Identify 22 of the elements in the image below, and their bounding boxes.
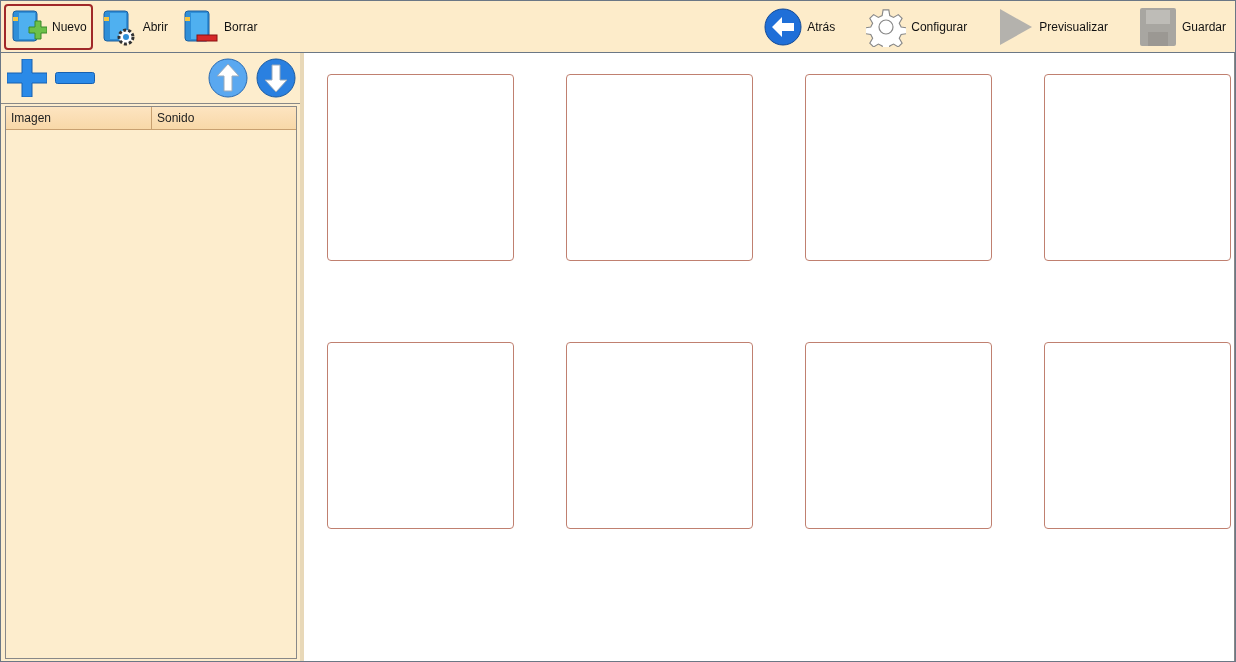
- toolbar-button[interactable]: Atrás: [759, 3, 842, 50]
- move-down-button[interactable]: [256, 58, 296, 98]
- move-up-button[interactable]: [208, 58, 248, 98]
- empty-card[interactable]: [566, 342, 753, 529]
- empty-card[interactable]: [805, 342, 992, 529]
- column-header[interactable]: Imagen: [6, 107, 152, 129]
- minus-icon: [55, 72, 95, 84]
- add-button[interactable]: [7, 59, 47, 97]
- toolbar-button[interactable]: Nuevo: [4, 3, 93, 50]
- empty-card[interactable]: [566, 74, 753, 261]
- empty-card[interactable]: [1044, 74, 1231, 261]
- empty-card[interactable]: [327, 342, 514, 529]
- remove-button[interactable]: [55, 72, 95, 84]
- column-header[interactable]: Sonido: [152, 107, 296, 129]
- empty-card[interactable]: [805, 74, 992, 261]
- toolbar-button[interactable]: Abrir: [94, 3, 175, 50]
- toolbar-button[interactable]: Configurar: [861, 3, 974, 50]
- empty-card[interactable]: [327, 74, 514, 261]
- toolbar-button[interactable]: Borrar: [176, 3, 264, 50]
- empty-card[interactable]: [1044, 342, 1231, 529]
- plus-icon: [7, 59, 47, 97]
- settings-icon: [866, 6, 907, 47]
